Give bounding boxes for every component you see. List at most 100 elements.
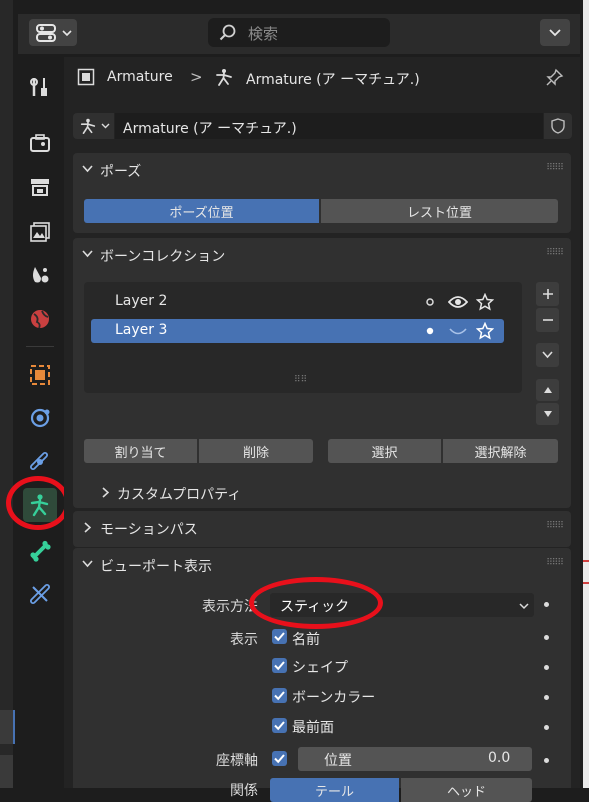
- deselect-button[interactable]: 選択解除: [443, 439, 558, 463]
- assign-button[interactable]: 割り当て: [84, 439, 197, 463]
- keyframe-dot[interactable]: [544, 725, 549, 730]
- check-icon: [274, 754, 285, 764]
- drag-handle-icon[interactable]: ⠿⠿⠿: [546, 248, 564, 258]
- breadcrumb-separator: >: [190, 68, 203, 86]
- armature-object-icon: [76, 67, 96, 87]
- axes-checkbox[interactable]: [272, 751, 287, 766]
- pin-icon[interactable]: [544, 66, 566, 88]
- axes-position-label: 位置: [324, 753, 352, 769]
- relation-tail-button[interactable]: テール: [270, 778, 399, 802]
- rest-position-button[interactable]: レスト位置: [321, 199, 558, 223]
- axes-position-value: 0.0: [488, 750, 511, 766]
- eye-closed-icon[interactable]: [447, 322, 469, 340]
- list-item[interactable]: Layer 2: [91, 290, 503, 314]
- tool-tab-icon[interactable]: [27, 74, 53, 100]
- check-icon: [274, 721, 285, 731]
- custom-properties-title: カスタムプロパティ: [117, 487, 242, 503]
- shield-icon: [549, 117, 567, 135]
- fake-user-button[interactable]: [544, 113, 572, 139]
- list-item-selected[interactable]: Layer 3: [91, 319, 504, 343]
- bone-tab-icon[interactable]: [27, 538, 53, 564]
- in-front-checkbox[interactable]: [272, 718, 287, 733]
- star-icon[interactable]: [475, 321, 495, 341]
- render-tab-icon[interactable]: [27, 130, 53, 156]
- list-resize-grip[interactable]: ⠿⠿: [294, 375, 307, 385]
- view-layer-tab-icon[interactable]: [27, 219, 53, 245]
- chevron-down-icon: [100, 121, 110, 131]
- eye-icon[interactable]: [447, 293, 469, 311]
- show-shapes-checkbox[interactable]: [272, 658, 287, 673]
- left-editor-edge: [0, 0, 13, 788]
- motion-paths-panel[interactable]: モーションパス ⠿⠿⠿: [73, 511, 571, 547]
- options-dropdown-button[interactable]: [540, 19, 570, 46]
- custom-properties-subpanel[interactable]: カスタムプロパティ: [84, 478, 564, 508]
- keyframe-dot[interactable]: [544, 602, 549, 607]
- add-collection-button[interactable]: [536, 282, 559, 306]
- drag-handle-icon[interactable]: ⠿⠿⠿: [546, 163, 564, 173]
- pose-position-button[interactable]: ポーズ位置: [84, 199, 319, 223]
- solo-toggle-icon[interactable]: [423, 295, 437, 309]
- keyframe-dot[interactable]: [544, 635, 549, 640]
- viewport-display-title: ビューポート表示: [100, 559, 212, 575]
- right-editor-line: [583, 560, 589, 562]
- solo-toggle-icon[interactable]: [423, 324, 437, 338]
- physics-tab-icon[interactable]: [27, 405, 53, 431]
- chevron-down-icon: [61, 27, 73, 39]
- move-down-button[interactable]: [536, 403, 559, 425]
- move-up-button[interactable]: [536, 379, 559, 401]
- axes-label: 座標軸: [216, 753, 258, 769]
- drag-handle-icon[interactable]: ⠿⠿⠿: [546, 558, 564, 568]
- list-item-label: Layer 3: [115, 322, 168, 338]
- output-tab-icon[interactable]: [27, 174, 53, 200]
- motion-paths-title: モーションパス: [100, 522, 198, 538]
- highlight-ellipse-display-as: [249, 577, 383, 629]
- keyframe-dot[interactable]: [544, 758, 549, 763]
- chevron-right-icon: [84, 522, 91, 533]
- axes-position-field[interactable]: 位置 0.0: [298, 747, 532, 771]
- breadcrumb-data: Armature (ア ーマチュア.): [246, 72, 420, 88]
- chevron-down-icon: [82, 250, 93, 258]
- show-label: 表示: [230, 632, 258, 648]
- show-names-label: 名前: [292, 632, 320, 648]
- minus-icon: [542, 319, 553, 321]
- star-icon[interactable]: [475, 292, 495, 312]
- pose-panel-header[interactable]: ポーズ ⠿⠿⠿: [73, 153, 571, 189]
- select-button[interactable]: 選択: [328, 439, 441, 463]
- keyframe-dot[interactable]: [544, 665, 549, 670]
- world-tab-icon[interactable]: [27, 306, 53, 332]
- keyframe-dot[interactable]: [544, 695, 549, 700]
- list-item-label: Layer 2: [115, 293, 168, 309]
- drag-handle-icon[interactable]: ⠿⠿⠿: [546, 521, 564, 531]
- relation-head-button[interactable]: ヘッド: [401, 778, 532, 802]
- chevron-right-icon: [100, 486, 110, 498]
- show-shapes-label: シェイプ: [292, 660, 348, 676]
- bone-constraints-tab-icon[interactable]: [27, 581, 53, 607]
- armature-data-icon: [213, 66, 235, 88]
- editor-type-icon: [35, 23, 57, 43]
- object-tab-icon[interactable]: [27, 362, 53, 388]
- check-icon: [274, 632, 285, 642]
- chevron-down-icon: [542, 351, 553, 359]
- scene-tab-icon[interactable]: [27, 262, 53, 288]
- plus-icon: [542, 289, 553, 299]
- specials-menu-button[interactable]: [536, 343, 559, 367]
- right-editor-line-2: [583, 582, 589, 584]
- check-icon: [274, 661, 285, 671]
- chevron-down-icon: [82, 560, 93, 568]
- constraints-tab-icon[interactable]: [27, 449, 53, 475]
- show-bone-colors-checkbox[interactable]: [272, 688, 287, 703]
- highlight-circle-armature-tab: [6, 476, 70, 530]
- show-names-checkbox[interactable]: [272, 629, 287, 644]
- left-editor-tab-2[interactable]: [0, 755, 13, 788]
- armature-data-icon: [78, 116, 98, 136]
- search-field[interactable]: 検索: [208, 18, 390, 47]
- editor-type-button[interactable]: [29, 19, 77, 46]
- bone-collections-header[interactable]: ボーンコレクション ⠿⠿⠿: [73, 238, 571, 274]
- search-placeholder: 検索: [248, 25, 279, 43]
- pose-panel-title: ポーズ: [100, 164, 142, 180]
- datablock-browse-button[interactable]: [73, 113, 114, 139]
- remove-collection-button[interactable]: [536, 308, 559, 332]
- remove-button[interactable]: 削除: [199, 439, 313, 463]
- left-editor-tab[interactable]: [0, 710, 15, 744]
- search-icon: [218, 23, 238, 43]
